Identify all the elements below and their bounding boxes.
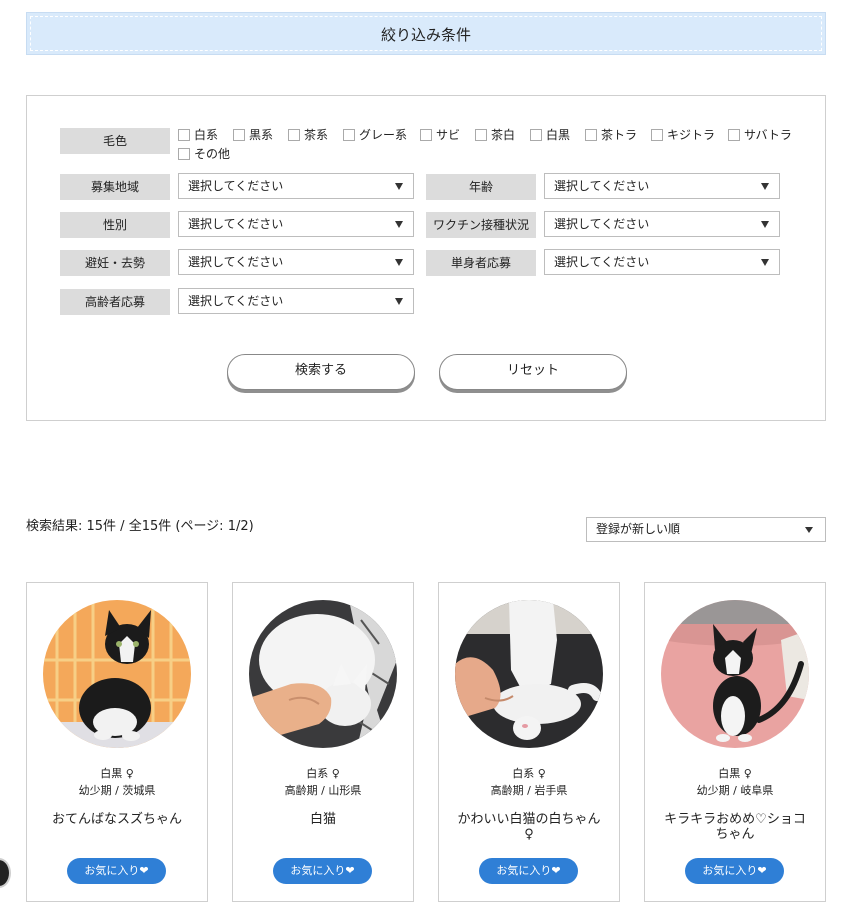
cat-photo[interactable] bbox=[249, 600, 397, 748]
filter-header: 絞り込み条件 bbox=[26, 12, 826, 55]
card-age-region: 幼少期 / 岐阜県 bbox=[696, 784, 774, 797]
checkbox-icon[interactable] bbox=[585, 129, 597, 141]
cat-photo[interactable] bbox=[455, 600, 603, 748]
checkbox-icon[interactable] bbox=[288, 129, 300, 141]
vaccine-select[interactable]: 選択してください bbox=[544, 211, 780, 237]
color-checkbox[interactable]: キジトラ bbox=[651, 128, 715, 142]
age-label: 年齢 bbox=[426, 174, 536, 200]
favorite-button[interactable]: お気に入り❤ bbox=[685, 858, 784, 884]
card-title[interactable]: かわいい白猫の白ちゃん♀ bbox=[453, 812, 605, 842]
color-checkbox[interactable]: サビ bbox=[420, 128, 460, 142]
favorite-button[interactable]: お気に入り❤ bbox=[67, 858, 166, 884]
card-color-gender: 白黒 ♀ bbox=[718, 767, 752, 780]
chevron-down-icon bbox=[395, 298, 403, 305]
card-title[interactable]: おてんばなスズちゃん bbox=[41, 812, 193, 827]
chevron-down-icon bbox=[761, 183, 769, 190]
checkbox-icon[interactable] bbox=[651, 129, 663, 141]
card-title[interactable]: キラキラおめめ♡ショコちゃん bbox=[659, 812, 811, 842]
color-checkbox[interactable]: その他 bbox=[178, 147, 230, 161]
card-color-gender: 白系 ♀ bbox=[306, 767, 340, 780]
cat-card[interactable]: 白黒 ♀ 幼少期 / 茨城県 おてんばなスズちゃん お気に入り❤ bbox=[26, 582, 208, 902]
checkbox-icon[interactable] bbox=[178, 148, 190, 160]
chevron-down-icon bbox=[761, 221, 769, 228]
chevron-down-icon bbox=[805, 527, 813, 533]
region-label: 募集地域 bbox=[60, 174, 170, 200]
card-age-region: 高齢期 / 山形県 bbox=[284, 784, 362, 797]
color-checkbox[interactable]: グレー系 bbox=[343, 128, 407, 142]
card-age-region: 高齢期 / 岩手県 bbox=[490, 784, 568, 797]
region-select[interactable]: 選択してください bbox=[178, 173, 414, 199]
favorite-button[interactable]: お気に入り❤ bbox=[273, 858, 372, 884]
senior-label: 高齢者応募 bbox=[60, 289, 170, 315]
color-checkbox[interactable]: 黒系 bbox=[233, 128, 273, 142]
vaccine-label: ワクチン接種状況 bbox=[426, 212, 536, 238]
color-checkbox[interactable]: 白黒 bbox=[530, 128, 570, 142]
age-select[interactable]: 選択してください bbox=[544, 173, 780, 199]
result-summary: 検索結果: 15件 / 全15件 (ページ: 1/2) bbox=[26, 519, 254, 534]
chevron-down-icon bbox=[395, 259, 403, 266]
cat-card[interactable]: 白系 ♀ 高齢期 / 山形県 白猫 お気に入り❤ bbox=[232, 582, 414, 902]
cat-card[interactable]: 白黒 ♀ 幼少期 / 岐阜県 キラキラおめめ♡ショコちゃん お気に入り❤ bbox=[644, 582, 826, 902]
color-checkbox[interactable]: 白系 bbox=[178, 128, 218, 142]
gender-label: 性別 bbox=[60, 212, 170, 238]
neuter-select[interactable]: 選択してください bbox=[178, 249, 414, 275]
floating-widget[interactable] bbox=[0, 858, 11, 888]
cat-card[interactable]: 白系 ♀ 高齢期 / 岩手県 かわいい白猫の白ちゃん♀ お気に入り❤ bbox=[438, 582, 620, 902]
sort-select[interactable]: 登録が新しい順 bbox=[586, 517, 826, 542]
checkbox-icon[interactable] bbox=[343, 129, 355, 141]
filter-panel: 毛色 白系 黒系 茶系 グレー系 サビ 茶白 白黒 茶トラ キジトラ サバトラ … bbox=[26, 95, 826, 421]
checkbox-icon[interactable] bbox=[420, 129, 432, 141]
chevron-down-icon bbox=[761, 259, 769, 266]
checkbox-icon[interactable] bbox=[178, 129, 190, 141]
color-checkbox[interactable]: 茶系 bbox=[288, 128, 328, 142]
checkbox-icon[interactable] bbox=[475, 129, 487, 141]
card-color-gender: 白黒 ♀ bbox=[100, 767, 134, 780]
checkbox-icon[interactable] bbox=[728, 129, 740, 141]
card-age-region: 幼少期 / 茨城県 bbox=[78, 784, 156, 797]
color-checkbox[interactable]: 茶白 bbox=[475, 128, 515, 142]
cat-photo[interactable] bbox=[661, 600, 809, 748]
reset-button[interactable]: リセット bbox=[439, 354, 627, 390]
card-color-gender: 白系 ♀ bbox=[512, 767, 546, 780]
single-label: 単身者応募 bbox=[426, 250, 536, 276]
checkbox-icon[interactable] bbox=[233, 129, 245, 141]
color-label: 毛色 bbox=[60, 128, 170, 154]
chevron-down-icon bbox=[395, 221, 403, 228]
checkbox-icon[interactable] bbox=[530, 129, 542, 141]
cat-photo[interactable] bbox=[43, 600, 191, 748]
neuter-label: 避妊・去勢 bbox=[60, 250, 170, 276]
color-checkbox[interactable]: サバトラ bbox=[728, 128, 792, 142]
favorite-button[interactable]: お気に入り❤ bbox=[479, 858, 578, 884]
senior-select[interactable]: 選択してください bbox=[178, 288, 414, 314]
chevron-down-icon bbox=[395, 183, 403, 190]
search-button[interactable]: 検索する bbox=[227, 354, 415, 390]
filter-title: 絞り込み条件 bbox=[380, 26, 471, 44]
single-select[interactable]: 選択してください bbox=[544, 249, 780, 275]
card-title[interactable]: 白猫 bbox=[247, 812, 399, 827]
color-checkbox[interactable]: 茶トラ bbox=[585, 128, 637, 142]
gender-select[interactable]: 選択してください bbox=[178, 211, 414, 237]
